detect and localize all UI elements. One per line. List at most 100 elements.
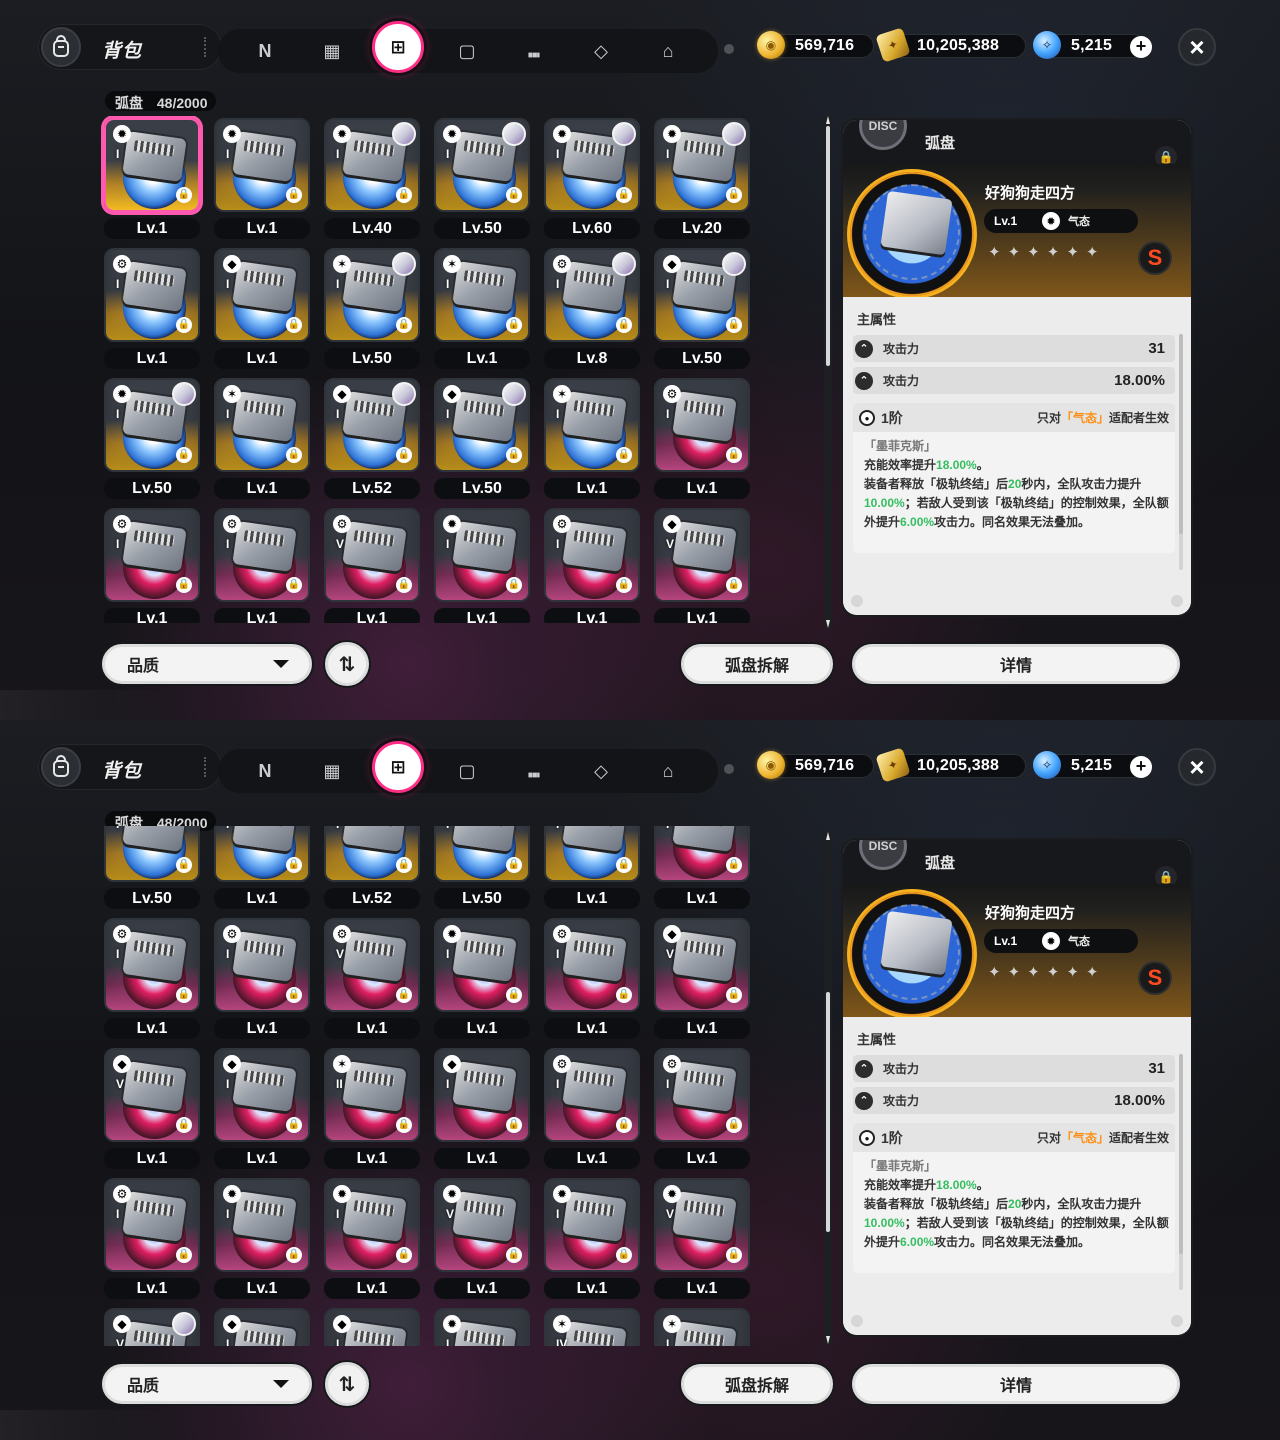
disc-card[interactable]: ◆ V 🔒 Lv.1 xyxy=(650,916,750,1041)
disc-card[interactable]: ✹ V 🔒 Lv.1 xyxy=(650,1176,750,1301)
disc-sleeve-art xyxy=(573,140,615,157)
disc-card[interactable]: ✶I🔒Lv.1 xyxy=(540,826,640,911)
disc-card[interactable]: ◆ I 🔒 Lv.1 xyxy=(430,1046,530,1171)
tab-arcdisc[interactable]: ⊞ xyxy=(372,741,424,793)
disc-card[interactable]: ◆I🔒Lv.50 xyxy=(430,826,530,911)
tab-home[interactable]: ⌂ xyxy=(648,31,688,71)
refinement-rank: I xyxy=(556,947,560,961)
refinement-rank: I xyxy=(116,826,119,831)
details-button[interactable]: 详情 xyxy=(852,1364,1180,1404)
close-button[interactable]: × xyxy=(1178,28,1216,66)
disc-card[interactable]: ◆ I 🔒 Lv.1 xyxy=(210,1046,310,1171)
disc-card[interactable]: ✹I🔒Lv.50 xyxy=(100,376,200,501)
add-gem-button[interactable]: + xyxy=(1130,756,1152,778)
lock-icon: 🔒 xyxy=(726,447,742,463)
grid-scrollbar[interactable] xyxy=(824,116,832,628)
tab-food[interactable]: ⑉ xyxy=(514,31,554,71)
detail-scrollbar[interactable] xyxy=(1179,334,1183,570)
disc-card[interactable]: ✶ I 🔒 Lv.50 xyxy=(320,246,420,371)
disc-card[interactable]: ✹ I 🔒 Lv.1 xyxy=(210,1176,310,1301)
disc-card[interactable]: ⚙I🔒Lv.1 xyxy=(650,376,750,501)
disc-card[interactable]: ✹ V 🔒 Lv.1 xyxy=(430,1176,530,1301)
details-button[interactable]: 详情 xyxy=(852,644,1180,684)
disc-card[interactable]: ⚙I🔒Lv.1 xyxy=(210,506,310,623)
disc-card[interactable]: ◆I🔒Lv.50 xyxy=(430,376,530,501)
tab-box[interactable]: ▢ xyxy=(447,31,487,71)
sort-button[interactable]: ⇅ xyxy=(325,642,369,686)
disc-card[interactable]: ◆I🔒Lv.50 xyxy=(650,246,750,371)
disc-level: Lv.1 xyxy=(434,1018,530,1039)
disc-card[interactable]: ✹ I 🔒 Lv.1 xyxy=(540,1176,640,1301)
add-gem-button[interactable]: + xyxy=(1130,36,1152,58)
quality-filter-button[interactable]: 品质 xyxy=(102,644,312,684)
disc-card[interactable]: ✶IV🔒 xyxy=(540,1306,640,1346)
disc-card[interactable]: ◆ V 🔒 Lv.1 xyxy=(100,1046,200,1171)
dismantle-button[interactable]: 弧盘拆解 xyxy=(681,1364,833,1404)
disc-card[interactable]: ◆V🔒 xyxy=(100,1306,200,1346)
disc-card[interactable]: ✹I🔒Lv.50 xyxy=(100,826,200,911)
lock-icon: 🔒 xyxy=(176,1247,192,1263)
disc-card[interactable]: ✶ II 🔒 Lv.1 xyxy=(320,1046,420,1171)
disc-card[interactable]: ✹ I 🔒 Lv.60 xyxy=(540,116,640,241)
sort-button[interactable]: ⇅ xyxy=(325,1362,369,1406)
disc-card[interactable]: ◆ I 🔒 Lv.1 xyxy=(210,246,310,371)
disc-card[interactable]: ✹ I 🔒 Lv.1 xyxy=(430,506,530,623)
tab-material[interactable]: ◇ xyxy=(581,31,621,71)
detail-scrollbar[interactable] xyxy=(1179,1054,1183,1290)
disc-card[interactable]: ⚙I🔒Lv.1 xyxy=(540,1046,640,1171)
tab-material[interactable]: ◇ xyxy=(581,751,621,791)
refinement-rank: I xyxy=(226,947,230,961)
tab-box[interactable]: ▢ xyxy=(447,751,487,791)
disc-hero: 好狗狗走四方 Lv.1 ✹ 气态 ✦ ✦ ✦ ✦ ✦ ✦ S xyxy=(843,884,1191,1017)
disc-card[interactable]: ⚙I🔒Lv.1 xyxy=(210,916,310,1041)
disc-sleeve-art xyxy=(353,530,395,547)
disc-card[interactable]: ⚙I🔒Lv.1 xyxy=(100,506,200,623)
disc-card[interactable]: ⚙ V 🔒 Lv.1 xyxy=(320,916,420,1041)
disc-level: Lv.1 xyxy=(214,608,310,623)
dismantle-button[interactable]: 弧盘拆解 xyxy=(681,644,833,684)
disc-card[interactable]: ✹I🔒Lv.50 xyxy=(430,116,530,241)
disc-card-art: ◆ I 🔒 xyxy=(324,378,420,472)
disc-card[interactable]: ✶I🔒Lv.1 xyxy=(540,376,640,501)
disc-card[interactable]: ⚙ I 🔒 Lv.8 xyxy=(540,246,640,371)
grid-scrollbar[interactable] xyxy=(824,832,832,1344)
disc-sleeve xyxy=(122,1191,187,1242)
disc-card[interactable]: ✹I🔒 xyxy=(430,1306,530,1346)
disc-card[interactable]: ✶I🔒Lv.1 xyxy=(210,376,310,501)
disc-card[interactable]: ⚙I🔒Lv.1 xyxy=(100,916,200,1041)
disc-card[interactable]: ✶I🔒Lv.1 xyxy=(430,246,530,371)
tab-food[interactable]: ⑉ xyxy=(514,751,554,791)
level-attribute-chip: Lv.1 ✹ 气态 xyxy=(984,209,1138,233)
disc-card[interactable]: ◆I🔒Lv.52 xyxy=(320,826,420,911)
disc-card[interactable]: ✹ I 🔒 Lv.1 xyxy=(210,116,310,241)
disc-card[interactable]: ◆ V 🔒 Lv.1 xyxy=(650,506,750,623)
disc-card[interactable]: ⚙I🔒Lv.1 xyxy=(540,506,640,623)
disc-card[interactable]: ✶I🔒Lv.1 xyxy=(210,826,310,911)
disc-card[interactable]: ✹ I 🔒 Lv.1 xyxy=(430,916,530,1041)
disc-card[interactable]: ⚙I🔒Lv.1 xyxy=(650,826,750,911)
disc-level: Lv.1 xyxy=(104,1278,200,1299)
disc-card[interactable]: ✹ I 🔒 Lv.1 xyxy=(100,116,200,241)
disc-card[interactable]: ⚙ V 🔒 Lv.1 xyxy=(320,506,420,623)
refinement-rank: I xyxy=(116,147,120,161)
disc-card[interactable]: ✹ I 🔒 Lv.20 xyxy=(650,116,750,241)
disc-card[interactable]: ⚙I🔒Lv.1 xyxy=(100,1176,200,1301)
disc-card[interactable]: ◆I🔒 xyxy=(210,1306,310,1346)
tab-n[interactable]: N xyxy=(245,31,285,71)
disc-card[interactable]: ✹ I 🔒 Lv.40 xyxy=(320,116,420,241)
disc-card[interactable]: ⚙I🔒Lv.1 xyxy=(540,916,640,1041)
tab-arcdisc[interactable]: ⊞ xyxy=(372,21,424,73)
refinement-rank: I xyxy=(446,1077,450,1091)
quality-filter-button[interactable]: 品质 xyxy=(102,1364,312,1404)
disc-card[interactable]: ✹ I 🔒 Lv.1 xyxy=(320,1176,420,1301)
tab-n[interactable]: N xyxy=(245,751,285,791)
disc-card[interactable]: ✶I🔒 xyxy=(650,1306,750,1346)
close-button[interactable]: × xyxy=(1178,748,1216,786)
tab-device[interactable]: ▦ xyxy=(312,751,352,791)
tab-home[interactable]: ⌂ xyxy=(648,751,688,791)
disc-card[interactable]: ⚙I🔒Lv.1 xyxy=(100,246,200,371)
disc-card[interactable]: ◆I🔒Lv.52 xyxy=(320,376,420,501)
tab-device[interactable]: ▦ xyxy=(312,31,352,71)
disc-card[interactable]: ⚙I🔒Lv.1 xyxy=(650,1046,750,1171)
disc-card[interactable]: ◆I🔒 xyxy=(320,1306,420,1346)
